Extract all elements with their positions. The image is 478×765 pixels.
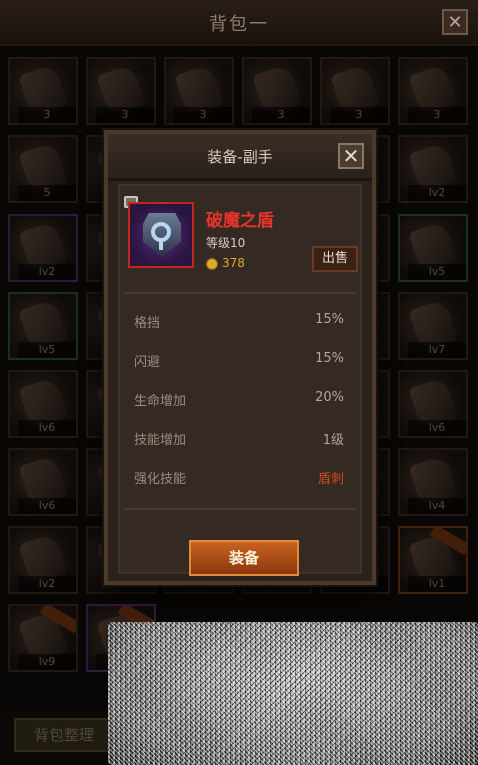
popup-title: 装备-副手 bbox=[207, 148, 273, 166]
enhanced-skill-value: 盾刺 bbox=[317, 472, 344, 487]
stat-name: 格挡 bbox=[134, 316, 161, 331]
stat-name: 技能增加 bbox=[134, 433, 187, 448]
inventory-title: 背包一 bbox=[209, 14, 269, 35]
stat-row: 闪避 15% bbox=[134, 351, 344, 371]
stat-value: 1级 bbox=[322, 433, 344, 448]
stat-name: 强化技能 bbox=[134, 472, 187, 487]
equip-button[interactable]: 装备 bbox=[189, 540, 299, 576]
equipment-popup: 装备-副手 ✕ 破魔之盾 等级10 378 出售 格挡 15% 闪避 15% 生… bbox=[104, 130, 376, 585]
stat-value: 20% bbox=[315, 390, 344, 405]
stat-row: 强化技能 盾刺 bbox=[134, 468, 344, 488]
stat-name: 闪避 bbox=[134, 355, 161, 370]
stat-row: 技能增加 1级 bbox=[134, 429, 344, 449]
stat-row: 生命增加 20% bbox=[134, 390, 344, 410]
stat-name: 生命增加 bbox=[134, 394, 187, 409]
gold-coin-icon bbox=[206, 258, 218, 270]
item-icon-frame bbox=[128, 202, 194, 268]
shield-emblem-stem bbox=[159, 238, 163, 250]
stat-value: 15% bbox=[315, 312, 344, 327]
stat-row: 格挡 15% bbox=[134, 312, 344, 332]
item-price: 378 bbox=[222, 256, 245, 270]
item-name: 破魔之盾 bbox=[206, 211, 274, 231]
item-level: 等级10 bbox=[206, 236, 246, 250]
stat-value: 15% bbox=[315, 351, 344, 366]
divider bbox=[124, 292, 356, 294]
divider bbox=[124, 508, 356, 510]
popup-body: 破魔之盾 等级10 378 出售 格挡 15% 闪避 15% 生命增加 20% … bbox=[118, 184, 362, 576]
popup-close-button[interactable]: ✕ bbox=[338, 143, 364, 169]
sell-button[interactable]: 出售 bbox=[312, 246, 358, 272]
noise-region bbox=[108, 622, 478, 765]
inventory-close-button[interactable]: ✕ bbox=[442, 9, 468, 35]
popup-header: 装备-副手 ✕ bbox=[108, 134, 372, 181]
inventory-header: 背包一 bbox=[0, 0, 478, 46]
